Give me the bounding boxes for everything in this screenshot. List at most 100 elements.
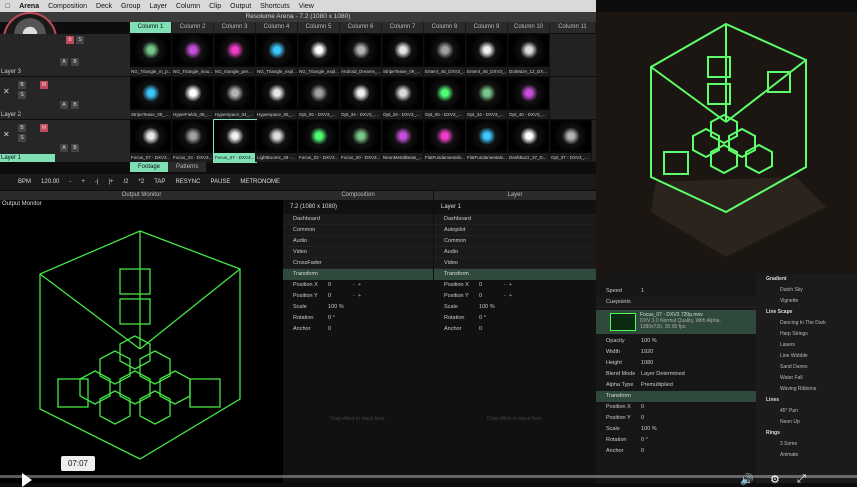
clip-cell[interactable]: Focus_20 - DXV3... — [340, 120, 382, 162]
solo-button[interactable]: S — [18, 91, 26, 99]
effect-item[interactable]: Animate — [756, 450, 857, 461]
section-crossfader[interactable]: CrossFader — [283, 258, 433, 269]
a-button[interactable]: A — [60, 58, 68, 66]
transform-header[interactable]: Transform — [434, 269, 596, 280]
column-header[interactable]: Column 5 — [298, 22, 340, 33]
solo-button[interactable]: S — [18, 134, 26, 142]
stepper[interactable]: - + — [353, 280, 361, 291]
column-header[interactable]: Column 9 — [466, 22, 508, 33]
column-header[interactable]: Column 3 — [214, 22, 256, 33]
effect-item[interactable]: Neon Up — [756, 417, 857, 428]
column-header[interactable]: Column 4 — [256, 22, 298, 33]
clip-cell[interactable]: Opt_05 - DXV3_... — [424, 77, 466, 119]
double-button[interactable]: *2 — [139, 179, 145, 185]
clip-cell[interactable]: StripeTease_09_... — [382, 34, 424, 76]
close-icon[interactable]: ✕ — [3, 130, 10, 139]
section-dashboard[interactable]: Dashboard — [434, 214, 596, 225]
nudge-back-button[interactable]: -| — [95, 179, 99, 185]
section-dashboard[interactable]: Dashboard — [283, 214, 433, 225]
column-header[interactable]: Column 8 — [424, 22, 466, 33]
width-value[interactable]: 1920 — [641, 347, 653, 358]
position-y-value[interactable]: 0 — [479, 291, 482, 302]
menu-deck[interactable]: Deck — [96, 3, 112, 10]
layer-name[interactable]: Layer 3 — [0, 68, 55, 76]
clip-cell[interactable]: Focus_07 - DXV3... — [130, 120, 172, 162]
alpha-type-select[interactable]: Premultiplied — [641, 380, 673, 391]
clip-cell[interactable]: FlatFundamentals... — [424, 120, 466, 162]
b-button[interactable]: B — [71, 58, 79, 66]
play-icon[interactable] — [22, 473, 32, 487]
mute-button[interactable]: M — [40, 81, 48, 89]
clip-cell[interactable]: LightBooms_48 -... — [256, 120, 298, 162]
speed-value[interactable]: 1 — [641, 286, 644, 297]
effect-item[interactable]: Waving Ribbons — [756, 384, 857, 395]
composition-name[interactable]: 7.2 (1080 x 1080) — [283, 200, 433, 214]
section-audio[interactable]: Audio — [283, 236, 433, 247]
rotation-value[interactable]: 0 ° — [641, 435, 648, 446]
anchor-value[interactable]: 0 — [641, 446, 644, 457]
half-button[interactable]: /2 — [124, 179, 129, 185]
opacity-value[interactable]: 100 % — [641, 336, 657, 347]
b-button[interactable]: B — [71, 144, 79, 152]
bypass-button[interactable]: B — [18, 124, 26, 132]
section-autopilot[interactable]: Autopilot — [434, 225, 596, 236]
clip-cell[interactable]: Focus_23 - DXV3... — [172, 120, 214, 162]
menu-column[interactable]: Column — [176, 3, 200, 10]
position-x-value[interactable]: 0 — [328, 280, 331, 291]
bpm-plus-button[interactable]: + — [81, 179, 85, 185]
clip-cell[interactable]: HyperFields_08_... — [172, 77, 214, 119]
clip-cell[interactable]: NG_triangle_pre... — [214, 34, 256, 76]
stepper[interactable]: - + — [504, 280, 512, 291]
transform-header[interactable]: Transform — [283, 269, 433, 280]
clip-cell[interactable]: Opt_37 - DXV3_... — [550, 120, 592, 162]
bpm-minus-button[interactable]: - — [69, 179, 71, 185]
layer-name[interactable]: Layer 2 — [0, 111, 55, 119]
clip-cell[interactable]: Enter4_46_DXV3_... — [466, 34, 508, 76]
a-button[interactable]: A — [60, 101, 68, 109]
anchor-value[interactable]: 0 — [479, 324, 482, 335]
tab-footage[interactable]: Footage — [130, 162, 169, 172]
column-header[interactable]: Column 6 — [340, 22, 382, 33]
height-value[interactable]: 1080 — [641, 358, 653, 369]
settings-icon[interactable]: ⚙ — [770, 473, 780, 486]
clip-cell[interactable]: FlatFundamentals... — [466, 120, 508, 162]
effect-item[interactable]: Line Wobble — [756, 351, 857, 362]
menu-group[interactable]: Group — [121, 3, 140, 10]
clip-cell[interactable]: NG_Triangle_inou... — [172, 34, 214, 76]
stepper[interactable]: - + — [504, 291, 512, 302]
cuepoints-section[interactable]: Cuepoints — [596, 297, 756, 308]
anchor-value[interactable]: 0 — [328, 324, 331, 335]
effect-item[interactable]: Sand Dunes — [756, 362, 857, 373]
clip-cell[interactable]: Enter4_45_DXV3_... — [424, 34, 466, 76]
tap-button[interactable]: TAP — [154, 179, 165, 185]
pause-button[interactable]: PAUSE — [210, 179, 230, 185]
bpm-value[interactable]: 120.00 — [41, 179, 59, 185]
scale-value[interactable]: 100 % — [328, 302, 344, 313]
clip-cell[interactable]: Android_Dreams_... — [340, 34, 382, 76]
clip-cell[interactable]: Focus_07 - DXV3... — [213, 119, 257, 163]
effect-category[interactable]: Gradient — [756, 274, 857, 285]
column-header[interactable]: Column 10 — [508, 22, 550, 33]
position-y-value[interactable]: 0 — [641, 413, 644, 424]
clip-cell[interactable]: NeonMetalBeats_... — [382, 120, 424, 162]
clip-cell[interactable]: Opt_40 - DXV3_... — [508, 77, 550, 119]
clip-cell[interactable]: NG_Triangle_expl... — [298, 34, 340, 76]
position-y-value[interactable]: 0 — [328, 291, 331, 302]
mute-button[interactable]: M — [40, 124, 48, 132]
section-video[interactable]: Video — [434, 258, 596, 269]
resync-button[interactable]: RESYNC — [175, 179, 200, 185]
menu-layer[interactable]: Layer — [149, 3, 167, 10]
bypass-button[interactable]: B — [18, 81, 26, 89]
effect-item[interactable]: Water Fall — [756, 373, 857, 384]
menu-composition[interactable]: Composition — [48, 3, 87, 10]
volume-icon[interactable]: 🔊 — [740, 473, 754, 486]
clip-cell[interactable]: Opt_05 - DXV3_... — [298, 77, 340, 119]
clip-cell[interactable]: Hyperspace_04_... — [214, 77, 256, 119]
effect-item[interactable]: Vignette — [756, 296, 857, 307]
bypass-button[interactable]: B — [66, 36, 74, 44]
effect-category[interactable]: Line Scape — [756, 307, 857, 318]
column-header[interactable]: Column 2 — [172, 22, 214, 33]
rotation-value[interactable]: 0 ° — [328, 313, 335, 324]
clip-cell[interactable]: Opt_34 - DXV3_... — [340, 77, 382, 119]
clip-cell[interactable]: Focus_02 - DXV3... — [298, 120, 340, 162]
